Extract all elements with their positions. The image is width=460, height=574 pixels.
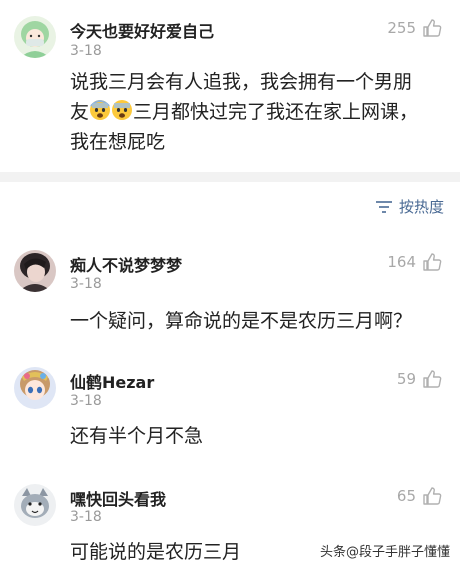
username[interactable]: 仙鹤Hezar bbox=[70, 369, 154, 393]
comment-text-line: 友 三月都快过完了我还在家上网课， bbox=[70, 97, 448, 127]
comment-text-fragment: 友 bbox=[70, 101, 90, 123]
sort-label: 按热度 bbox=[398, 198, 444, 216]
like-button[interactable]: 255 bbox=[387, 18, 442, 38]
comment-item: 痴人不说梦梦梦 3-18 164 一个疑问，算命说的是不是农历三月啊？ bbox=[0, 240, 460, 350]
username[interactable]: 嘿快回头看我 bbox=[70, 486, 166, 510]
avatar[interactable] bbox=[14, 484, 56, 526]
thumbs-up-icon bbox=[423, 487, 442, 505]
like-count: 255 bbox=[387, 19, 416, 37]
thumbs-up-icon bbox=[423, 370, 442, 388]
comment-date: 3-18 bbox=[70, 276, 102, 292]
dark-hair-photo-avatar-icon bbox=[14, 250, 56, 292]
green-hair-girl-avatar-icon bbox=[14, 16, 56, 58]
comment-item: 今天也要好好爱自己 3-18 255 说我三月会有人追我，我会拥有一个男朋 友 … bbox=[0, 0, 460, 172]
fearful-face-emoji-icon bbox=[90, 100, 111, 120]
thumbs-up-icon bbox=[423, 19, 442, 37]
fearful-face-emoji-icon bbox=[112, 100, 133, 120]
like-button[interactable]: 164 bbox=[387, 252, 442, 272]
section-divider bbox=[0, 172, 460, 182]
avatar[interactable] bbox=[14, 250, 56, 292]
comment-text-line: 我在想屁吃 bbox=[70, 131, 166, 153]
comment-text: 一个疑问，算命说的是不是农历三月啊？ bbox=[70, 310, 413, 332]
like-count: 65 bbox=[396, 487, 416, 505]
comment-date: 3-18 bbox=[70, 43, 102, 59]
sort-lines-icon bbox=[375, 200, 392, 213]
sort-button[interactable]: 按热度 bbox=[375, 196, 444, 217]
username[interactable]: 今天也要好好爱自己 bbox=[70, 18, 214, 42]
like-button[interactable]: 59 bbox=[397, 369, 442, 389]
avatar[interactable] bbox=[14, 367, 56, 409]
comment-text: 说我三月会有人追我，我会拥有一个男朋 友 三月都快过完了我还在家上网课， 我在想… bbox=[70, 67, 448, 157]
like-count: 164 bbox=[387, 253, 416, 271]
comment-date: 3-18 bbox=[70, 393, 102, 409]
watermark: 头条@段子手胖子懂懂 bbox=[319, 545, 450, 560]
comment-date: 3-18 bbox=[70, 509, 102, 525]
thumbs-up-icon bbox=[423, 253, 442, 271]
like-count: 59 bbox=[396, 370, 416, 388]
anime-girl-avatar-icon bbox=[14, 367, 56, 409]
cartoon-cat-avatar-icon bbox=[14, 484, 56, 526]
comment-text-fragment: 三月都快过完了我还在家上网课， bbox=[133, 101, 419, 123]
like-button[interactable]: 65 bbox=[397, 486, 442, 506]
username[interactable]: 痴人不说梦梦梦 bbox=[70, 252, 182, 276]
comment-text-line: 说我三月会有人追我，我会拥有一个男朋 bbox=[70, 71, 413, 93]
comment-text: 还有半个月不急 bbox=[70, 425, 204, 447]
comment-item: 仙鹤Hezar 3-18 59 还有半个月不急 bbox=[0, 357, 460, 467]
avatar[interactable] bbox=[14, 16, 56, 58]
